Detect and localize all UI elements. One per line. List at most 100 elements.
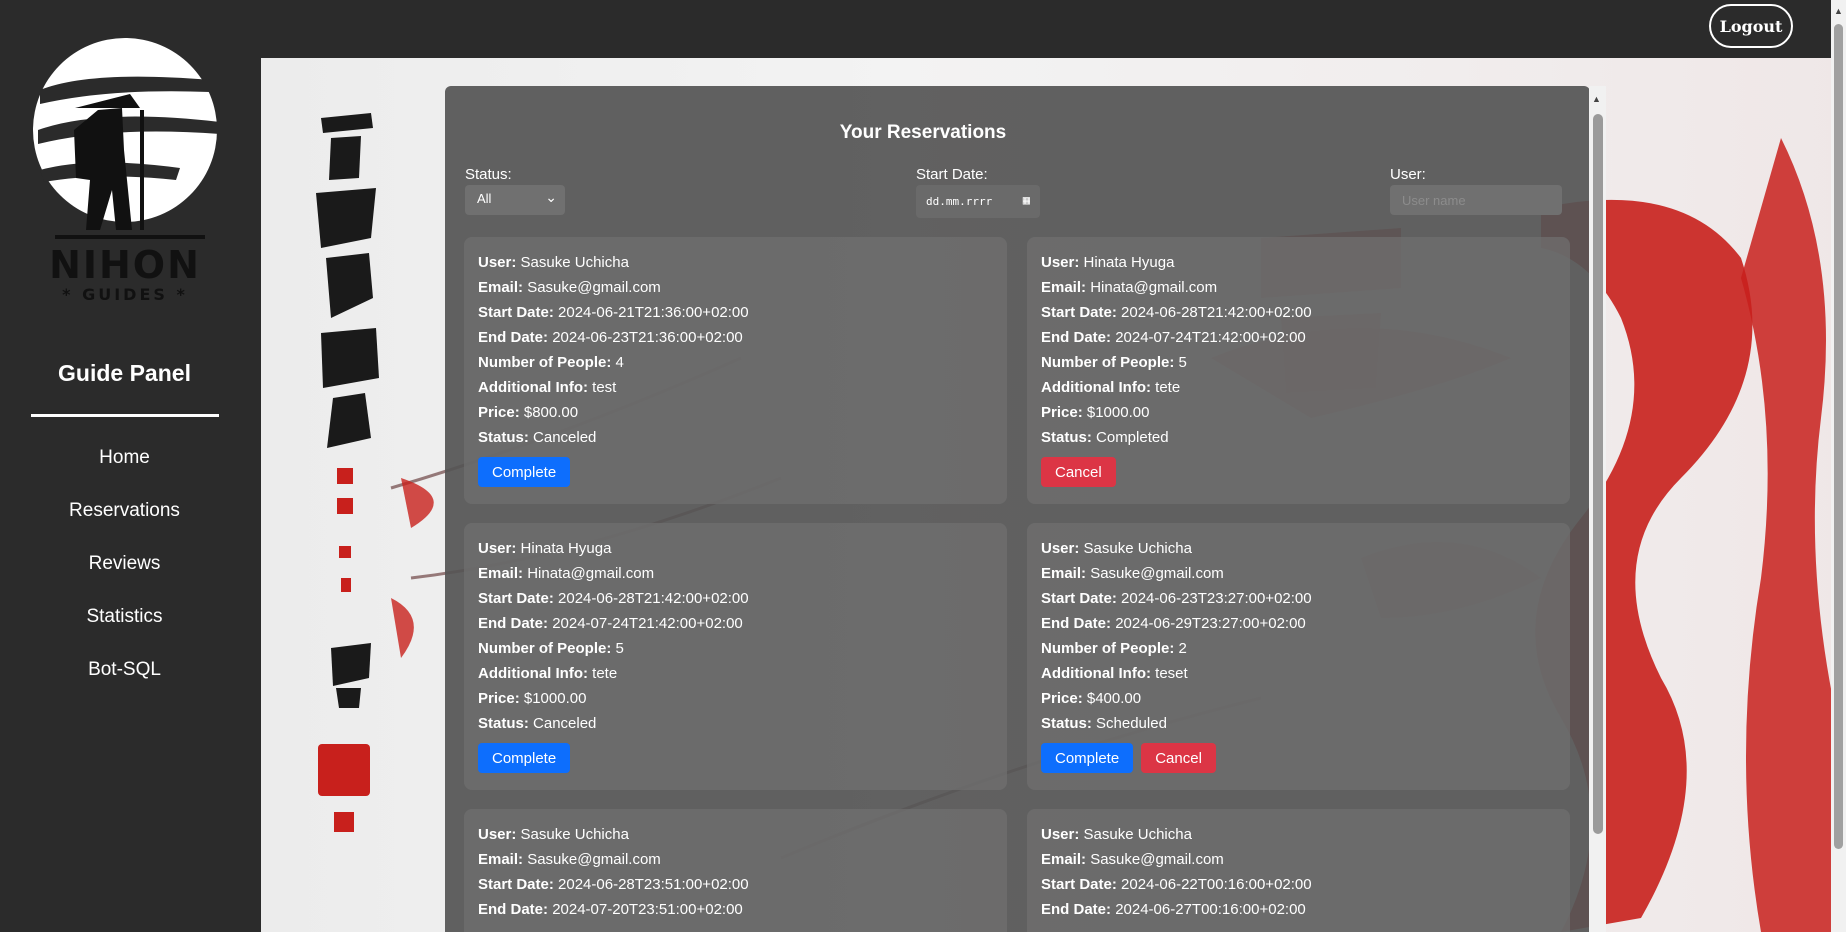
nav-statistics[interactable]: Statistics bbox=[0, 599, 249, 652]
field-label: User: bbox=[478, 254, 517, 271]
field-label: Status: bbox=[478, 429, 529, 446]
field-label: Price: bbox=[1041, 404, 1083, 421]
card-status: Status: Scheduled bbox=[1041, 714, 1556, 739]
page-scrollbar[interactable]: ▲ bbox=[1831, 0, 1846, 932]
cancel-button[interactable]: Cancel bbox=[1041, 457, 1116, 487]
card-price: Price: $1000.00 bbox=[478, 689, 993, 714]
field-label: Status: bbox=[478, 715, 529, 732]
card-info: Additional Info: tete bbox=[1041, 378, 1556, 403]
reservation-card: User: Sasuke Uchicha Email: Sasuke@gmail… bbox=[1027, 809, 1570, 932]
card-start-date: Start Date: 2024-06-21T21:36:00+02:00 bbox=[478, 303, 993, 328]
field-label: Start Date: bbox=[478, 304, 554, 321]
field-value: Sasuke Uchicha bbox=[1083, 826, 1192, 843]
card-start-date: Start Date: 2024-06-28T23:51:00+02:00 bbox=[478, 875, 993, 900]
field-value: Sasuke Uchicha bbox=[1083, 540, 1192, 557]
nav-reservations[interactable]: Reservations bbox=[0, 493, 249, 546]
card-start-date: Start Date: 2024-06-28T21:42:00+02:00 bbox=[478, 589, 993, 614]
field-label: Email: bbox=[478, 279, 524, 296]
reservation-card: User: Sasuke Uchicha Email: Sasuke@gmail… bbox=[464, 237, 1007, 504]
card-people: Number of People: 5 bbox=[1041, 353, 1556, 378]
card-status: Status: Canceled bbox=[478, 714, 993, 739]
reservation-card: User: Sasuke Uchicha Email: Sasuke@gmail… bbox=[1027, 523, 1570, 790]
field-value: $1000.00 bbox=[1086, 404, 1150, 421]
field-value: 2024-07-24T21:42:00+02:00 bbox=[1115, 329, 1306, 346]
card-email: Email: Sasuke@gmail.com bbox=[1041, 850, 1556, 875]
complete-button[interactable]: Complete bbox=[1041, 743, 1134, 773]
nihon-guides-logo: NIHON * GUIDES * bbox=[33, 38, 220, 304]
field-value: Scheduled bbox=[1096, 715, 1167, 732]
status-select[interactable]: All ⌄ bbox=[465, 185, 565, 215]
field-value: Hinata@gmail.com bbox=[527, 565, 655, 582]
card-people: Number of People: 2 bbox=[1041, 639, 1556, 664]
status-filter-label: Status: bbox=[465, 166, 512, 183]
field-value: teset bbox=[1155, 665, 1188, 682]
field-value: Sasuke@gmail.com bbox=[527, 279, 661, 296]
field-value: Sasuke@gmail.com bbox=[1090, 851, 1224, 868]
reservations-heading: Your Reservations bbox=[839, 122, 1007, 143]
field-label: End Date: bbox=[478, 901, 549, 918]
card-people: Number of People: 5 bbox=[478, 639, 993, 664]
field-label: Price: bbox=[478, 690, 520, 707]
field-label: Email: bbox=[1041, 565, 1087, 582]
field-value: 4 bbox=[615, 354, 624, 371]
nav-bot-sql[interactable]: Bot-SQL bbox=[0, 652, 249, 705]
card-start-date: Start Date: 2024-06-22T00:16:00+02:00 bbox=[1041, 875, 1556, 900]
field-label: Additional Info: bbox=[478, 665, 588, 682]
field-value: 2024-07-24T21:42:00+02:00 bbox=[552, 615, 743, 632]
complete-button[interactable]: Complete bbox=[478, 743, 571, 773]
field-value: 2024-06-27T00:16:00+02:00 bbox=[1115, 901, 1306, 918]
field-label: Start Date: bbox=[478, 590, 554, 607]
field-label: Email: bbox=[1041, 279, 1087, 296]
card-end-date: End Date: 2024-06-23T21:36:00+02:00 bbox=[478, 328, 993, 353]
sidebar-nav: Home Reservations Reviews Statistics Bot… bbox=[0, 440, 249, 705]
field-value: 2024-06-23T23:27:00+02:00 bbox=[1121, 590, 1312, 607]
nav-home[interactable]: Home bbox=[0, 440, 249, 493]
field-label: Number of People: bbox=[1041, 354, 1175, 371]
page-scrollbar-thumb[interactable] bbox=[1834, 24, 1843, 849]
card-email: Email: Sasuke@gmail.com bbox=[478, 278, 993, 303]
field-value: 2024-06-28T21:42:00+02:00 bbox=[1121, 304, 1312, 321]
panel-title: Guide Panel bbox=[58, 360, 191, 386]
scroll-up-arrow-icon[interactable]: ▲ bbox=[1592, 94, 1601, 104]
field-value: Sasuke@gmail.com bbox=[527, 851, 661, 868]
scroll-up-arrow-icon[interactable]: ▲ bbox=[1834, 6, 1843, 16]
field-value: Completed bbox=[1096, 429, 1169, 446]
field-label: Status: bbox=[1041, 715, 1092, 732]
field-label: User: bbox=[1041, 540, 1080, 557]
top-bar: Logout bbox=[261, 0, 1846, 58]
field-value: 2024-06-22T00:16:00+02:00 bbox=[1121, 876, 1312, 893]
field-value: Canceled bbox=[533, 429, 597, 446]
field-label: Additional Info: bbox=[1041, 665, 1151, 682]
user-search-input[interactable] bbox=[1390, 185, 1562, 215]
field-label: Status: bbox=[1041, 429, 1092, 446]
logout-button[interactable]: Logout bbox=[1709, 4, 1793, 48]
reservation-card: User: Sasuke Uchicha Email: Sasuke@gmail… bbox=[464, 809, 1007, 932]
card-user: User: Hinata Hyuga bbox=[1041, 253, 1556, 278]
field-value: 2024-06-28T21:42:00+02:00 bbox=[558, 590, 749, 607]
card-email: Email: Sasuke@gmail.com bbox=[1041, 564, 1556, 589]
card-user: User: Hinata Hyuga bbox=[478, 539, 993, 564]
panel-scrollbar-thumb[interactable] bbox=[1593, 114, 1603, 834]
calendar-icon[interactable]: ▦ bbox=[1023, 193, 1030, 207]
card-email: Email: Hinata@gmail.com bbox=[478, 564, 993, 589]
field-label: Email: bbox=[478, 565, 524, 582]
field-label: Email: bbox=[1041, 851, 1087, 868]
start-date-input[interactable]: dd.mm.rrrr ▦ bbox=[916, 185, 1040, 218]
card-info: Additional Info: teset bbox=[1041, 664, 1556, 689]
card-email: Email: Hinata@gmail.com bbox=[1041, 278, 1556, 303]
field-label: Start Date: bbox=[1041, 590, 1117, 607]
field-label: Price: bbox=[1041, 690, 1083, 707]
cancel-button[interactable]: Cancel bbox=[1141, 743, 1216, 773]
complete-button[interactable]: Complete bbox=[478, 457, 571, 487]
nav-reviews[interactable]: Reviews bbox=[0, 546, 249, 599]
field-value: 2024-06-23T21:36:00+02:00 bbox=[552, 329, 743, 346]
start-date-filter-label: Start Date: bbox=[916, 166, 988, 183]
user-filter-label: User: bbox=[1390, 166, 1426, 183]
field-value: test bbox=[592, 379, 617, 396]
field-value: $1000.00 bbox=[523, 690, 587, 707]
panel-scrollbar[interactable]: ▲ bbox=[1589, 86, 1606, 932]
field-label: Number of People: bbox=[1041, 640, 1175, 657]
card-price: Price: $800.00 bbox=[478, 403, 993, 428]
card-price: Price: $400.00 bbox=[1041, 689, 1556, 714]
card-start-date: Start Date: 2024-06-23T23:27:00+02:00 bbox=[1041, 589, 1556, 614]
